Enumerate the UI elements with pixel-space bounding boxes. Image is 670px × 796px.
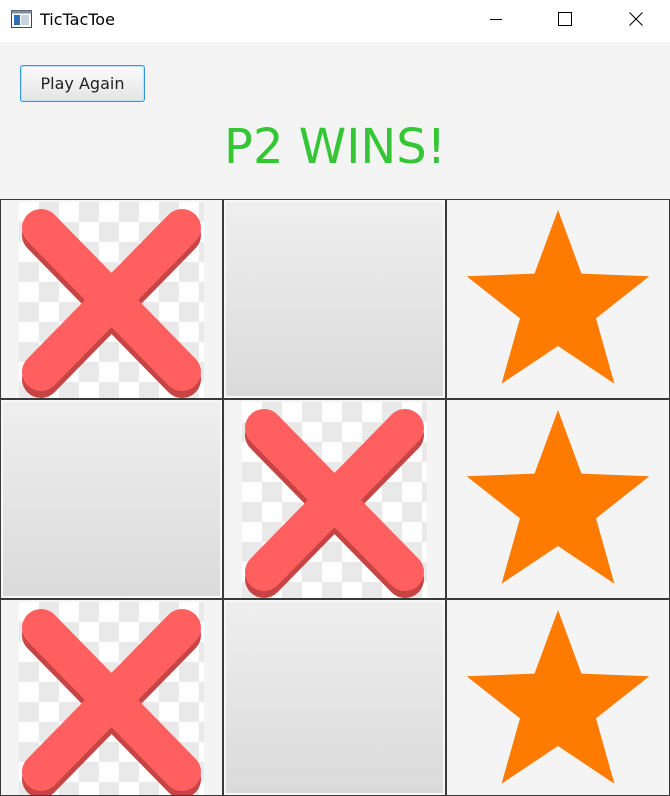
x-mark-icon <box>245 409 424 598</box>
board-cell-r1-c3[interactable] <box>446 199 670 399</box>
board-cell-r1-c1[interactable] <box>0 199 223 399</box>
play-again-button[interactable]: Play Again <box>20 65 145 102</box>
star-mark-icon <box>466 210 650 384</box>
app-window-icon <box>11 10 32 28</box>
board-cell-r2-c1[interactable] <box>0 399 223 599</box>
maximize-button[interactable] <box>542 0 588 38</box>
minimize-icon <box>490 19 502 20</box>
x-mark-icon <box>22 609 201 795</box>
board-cell-r1-c2[interactable] <box>223 199 446 399</box>
title-bar: TicTacToe <box>0 0 670 42</box>
game-board <box>0 199 670 796</box>
game-panel: Play Again P2 WINS! <box>0 42 670 796</box>
maximize-icon <box>558 12 572 26</box>
x-mark-icon <box>22 209 201 398</box>
board-cell-r2-c2[interactable] <box>223 399 446 599</box>
close-icon <box>629 12 643 26</box>
star-mark-icon <box>466 610 650 784</box>
game-status-text: P2 WINS! <box>224 119 446 175</box>
board-cell-r3-c2[interactable] <box>223 599 446 796</box>
star-mark-icon <box>466 410 650 584</box>
close-button[interactable] <box>613 0 659 38</box>
board-cell-r3-c3[interactable] <box>446 599 670 796</box>
board-cell-r3-c1[interactable] <box>0 599 223 796</box>
minimize-button[interactable] <box>473 0 519 38</box>
window-title: TicTacToe <box>40 10 115 29</box>
board-cell-r2-c3[interactable] <box>446 399 670 599</box>
